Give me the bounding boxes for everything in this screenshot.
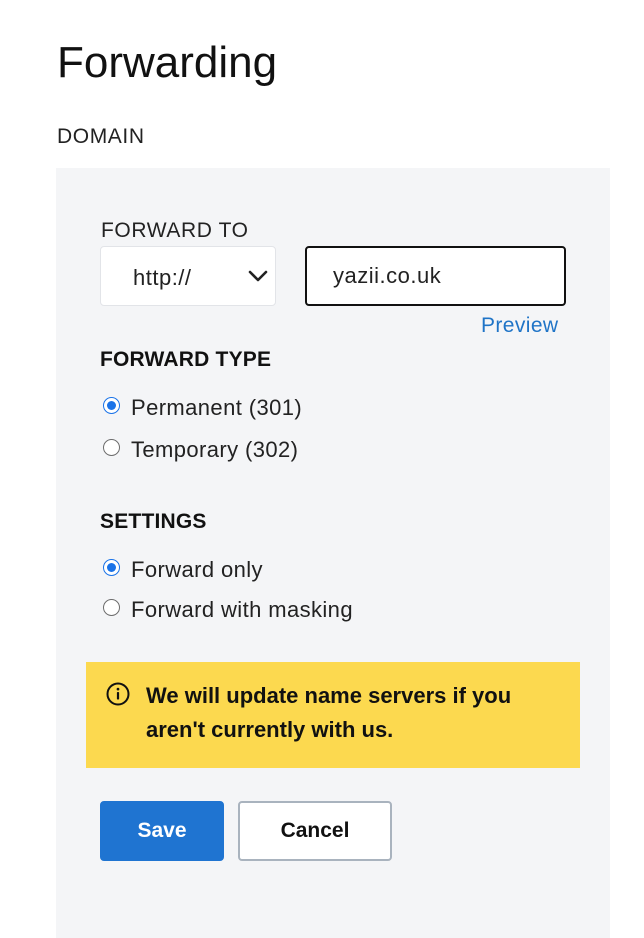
cancel-button[interactable]: Cancel: [238, 801, 392, 861]
forward-type-heading: FORWARD TYPE: [100, 348, 272, 371]
info-icon: [106, 682, 130, 706]
radio-label: Forward only: [131, 557, 263, 582]
radio-label: Temporary (302): [131, 437, 299, 462]
save-button[interactable]: Save: [100, 801, 224, 861]
notice-text: We will update name servers if you aren'…: [146, 683, 512, 742]
domain-section-label: DOMAIN: [57, 125, 145, 148]
radio-button-unchecked[interactable]: [103, 599, 120, 616]
forward-url-input[interactable]: [305, 246, 566, 306]
radio-label: Forward with masking: [131, 597, 353, 622]
radio-button-checked[interactable]: [103, 559, 120, 576]
radio-button-checked[interactable]: [103, 397, 120, 414]
chevron-down-icon: [248, 270, 268, 282]
radio-label: Permanent (301): [131, 395, 303, 420]
settings-heading: SETTINGS: [100, 510, 207, 533]
forward-to-label: FORWARD TO: [101, 219, 249, 242]
preview-link[interactable]: Preview: [481, 313, 559, 339]
name-server-notice: We will update name servers if you aren'…: [86, 662, 580, 768]
page-title: Forwarding: [57, 38, 278, 87]
protocol-select[interactable]: http://: [100, 246, 276, 306]
forwarding-page: Forwarding DOMAIN FORWARD TO http:// Pre…: [0, 0, 644, 938]
radio-button-unchecked[interactable]: [103, 439, 120, 456]
protocol-select-value: http://: [133, 265, 192, 290]
